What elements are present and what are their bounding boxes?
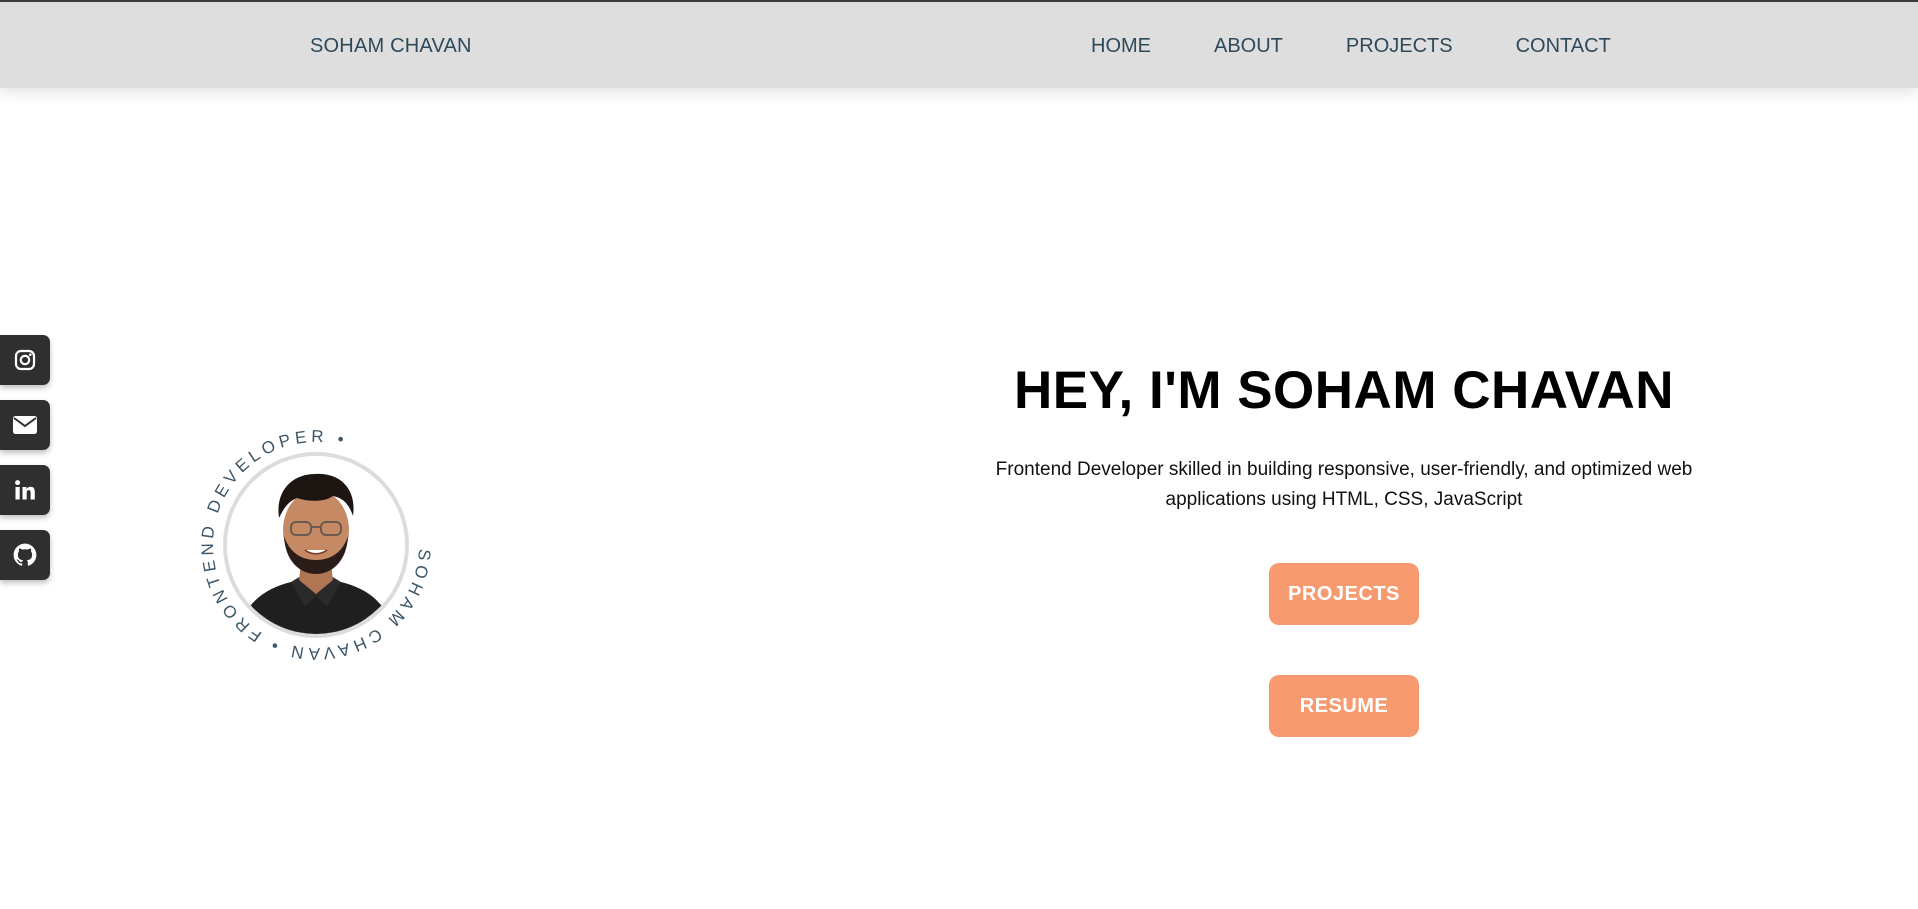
brand-name[interactable]: SOHAM CHAVAN: [310, 35, 472, 58]
projects-button[interactable]: PROJECTS: [1269, 563, 1419, 625]
nav-link-about[interactable]: ABOUT: [1214, 35, 1283, 58]
github-icon: [13, 543, 37, 566]
resume-button[interactable]: RESUME: [1269, 675, 1419, 737]
instagram-icon: [14, 349, 36, 371]
profile-photo: [223, 452, 409, 638]
social-sidebar: [0, 335, 50, 580]
hero-description: Frontend Developer skilled in building r…: [995, 459, 1693, 510]
nav-links: HOME ABOUT PROJECTS CONTACT: [1091, 35, 1611, 58]
person-portrait-icon: [227, 456, 405, 634]
nav-link-contact[interactable]: CONTACT: [1516, 35, 1611, 58]
linkedin-button[interactable]: [0, 465, 50, 515]
nav-link-home[interactable]: HOME: [1091, 35, 1151, 58]
linkedin-icon: [15, 480, 35, 500]
envelope-icon: [13, 416, 37, 434]
navbar: SOHAM CHAVAN HOME ABOUT PROJECTS CONTACT: [0, 0, 1918, 88]
github-button[interactable]: [0, 530, 50, 580]
nav-link-projects[interactable]: PROJECTS: [1346, 35, 1453, 58]
profile-badge: SOHAM CHAVAN • FRONTEND DEVELOPER •: [190, 423, 440, 673]
hero-title: HEY, I'M SOHAM CHAVAN: [1013, 361, 1675, 420]
instagram-button[interactable]: [0, 335, 50, 385]
email-button[interactable]: [0, 400, 50, 450]
